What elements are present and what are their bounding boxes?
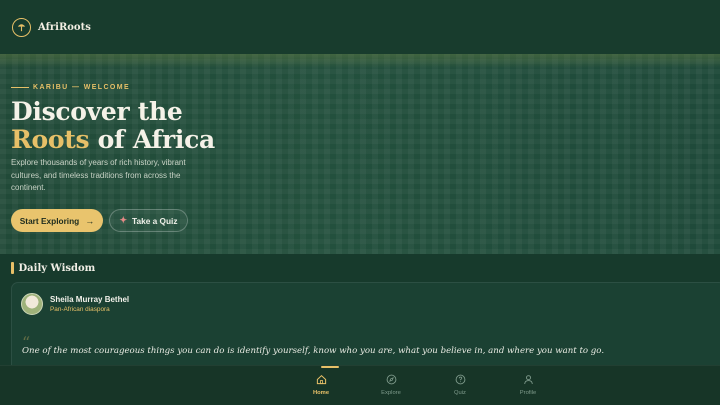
nav-item-home[interactable]: Home <box>301 374 341 402</box>
quote-text: One of the most courageous things you ca… <box>22 346 605 356</box>
hero-title-rest: of Africa <box>89 125 216 154</box>
nav-item-explore[interactable]: Explore <box>371 374 411 402</box>
decorative-band <box>0 54 720 68</box>
hero-section: KARIBU — WELCOME Discover the Roots of A… <box>0 54 720 254</box>
nav-label-explore: Explore <box>381 390 401 396</box>
nav-label-profile: Profile <box>519 390 537 396</box>
app-root: AfriRoots KARIBU — WELCOME Discover the … <box>0 0 720 405</box>
author-tag: Pan-African diaspora <box>50 306 110 313</box>
start-exploring-label: Start Exploring <box>19 215 80 226</box>
hero-title-line1: Discover the <box>11 97 183 126</box>
nav-label-home: Home <box>312 390 330 396</box>
hero-title: Discover the Roots of Africa <box>11 98 215 154</box>
nav-item-quiz[interactable]: Quiz <box>440 374 480 402</box>
nav-label-quiz: Quiz <box>454 390 466 396</box>
tree-icon[interactable] <box>12 17 31 37</box>
section-title: Daily Wisdom <box>18 262 96 274</box>
hero-title-line2: Roots of Africa <box>11 126 215 154</box>
nav-item-profile[interactable]: Profile <box>508 374 548 402</box>
wisdom-card[interactable]: Sheila Murray Bethel Pan-African diaspor… <box>11 282 720 372</box>
take-quiz-button[interactable]: ✦ Take a Quiz <box>109 209 188 232</box>
daily-wisdom-heading: Daily Wisdom <box>11 262 95 274</box>
question-icon <box>455 374 465 385</box>
sparkle-icon: ✦ <box>119 215 128 225</box>
bottom-nav: Home Explore Quiz Profile <box>0 365 720 405</box>
eyebrow-text: KARIBU — WELCOME <box>33 84 131 91</box>
hero-subtitle: Explore thousands of years of rich histo… <box>11 158 186 192</box>
start-exploring-button[interactable]: Start Exploring → <box>11 209 103 232</box>
home-icon <box>316 374 326 385</box>
eyebrow-line <box>11 87 29 88</box>
section-accent-bar <box>11 262 14 274</box>
take-quiz-label: Take a Quiz <box>132 215 178 226</box>
hero-title-accent: Roots <box>11 125 90 154</box>
user-icon <box>523 375 533 384</box>
app-header: AfriRoots <box>0 0 720 54</box>
avatar <box>21 293 43 315</box>
compass-icon <box>386 374 396 385</box>
active-indicator <box>321 366 339 368</box>
eyebrow: KARIBU — WELCOME <box>11 84 130 91</box>
brand-name[interactable]: AfriRoots <box>38 22 91 33</box>
author-name: Sheila Murray Bethel <box>50 295 130 304</box>
arrow-right-icon: → <box>85 215 95 226</box>
